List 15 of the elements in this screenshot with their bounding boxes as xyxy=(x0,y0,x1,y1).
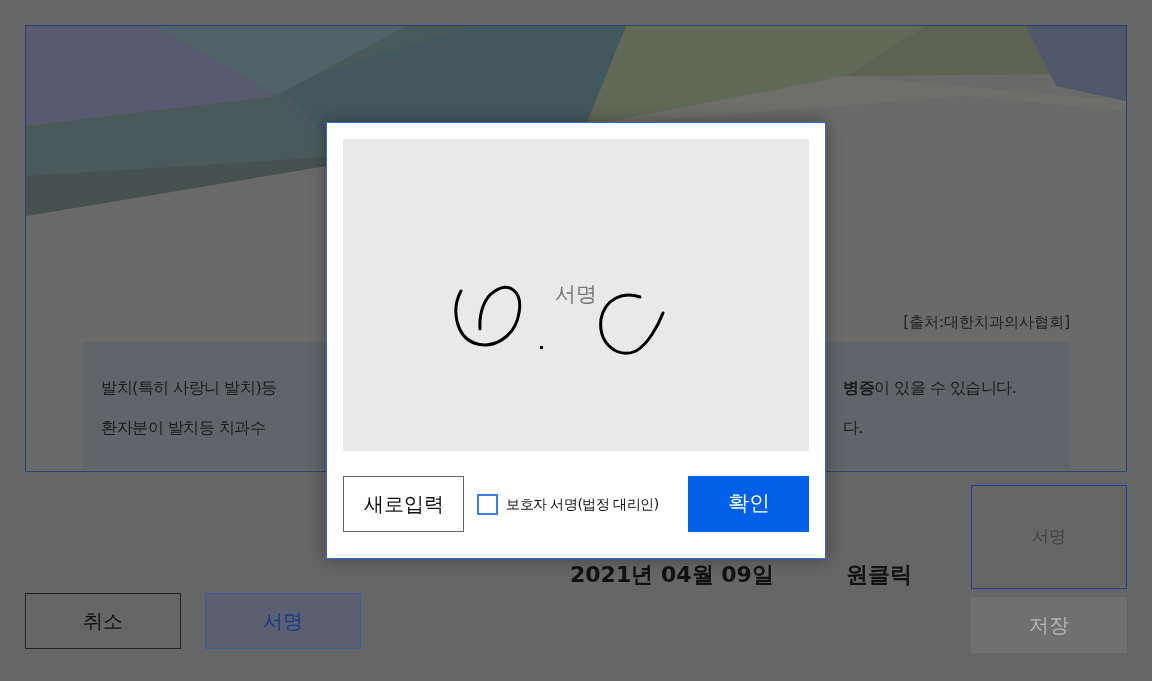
notice-text: 발치(특히 사랑니 발치)등 xyxy=(101,376,278,399)
sign-button[interactable]: 서명 xyxy=(205,593,361,649)
reset-button[interactable]: 새로입력 xyxy=(343,476,464,532)
checkbox-label: 보호자 서명(법정 대리인) xyxy=(506,494,659,514)
signature-pad[interactable]: 서명 xyxy=(343,139,809,451)
notice-text: 환자분이 발치등 치과수 xyxy=(101,416,267,439)
notice-text: 병증이 있을 수 있습니다. xyxy=(843,376,1018,399)
date-text: 2021년 04월 09일 xyxy=(570,561,774,589)
cancel-button[interactable]: 취소 xyxy=(25,593,181,649)
source-caption: [출처:대한치과의사협회] xyxy=(903,312,1070,333)
pad-placeholder: 서명 xyxy=(555,281,597,308)
notice-text: 다. xyxy=(843,416,865,439)
confirm-button[interactable]: 확인 xyxy=(688,476,809,532)
checkbox[interactable] xyxy=(477,493,498,515)
signer-name: 원클릭 xyxy=(845,561,912,589)
